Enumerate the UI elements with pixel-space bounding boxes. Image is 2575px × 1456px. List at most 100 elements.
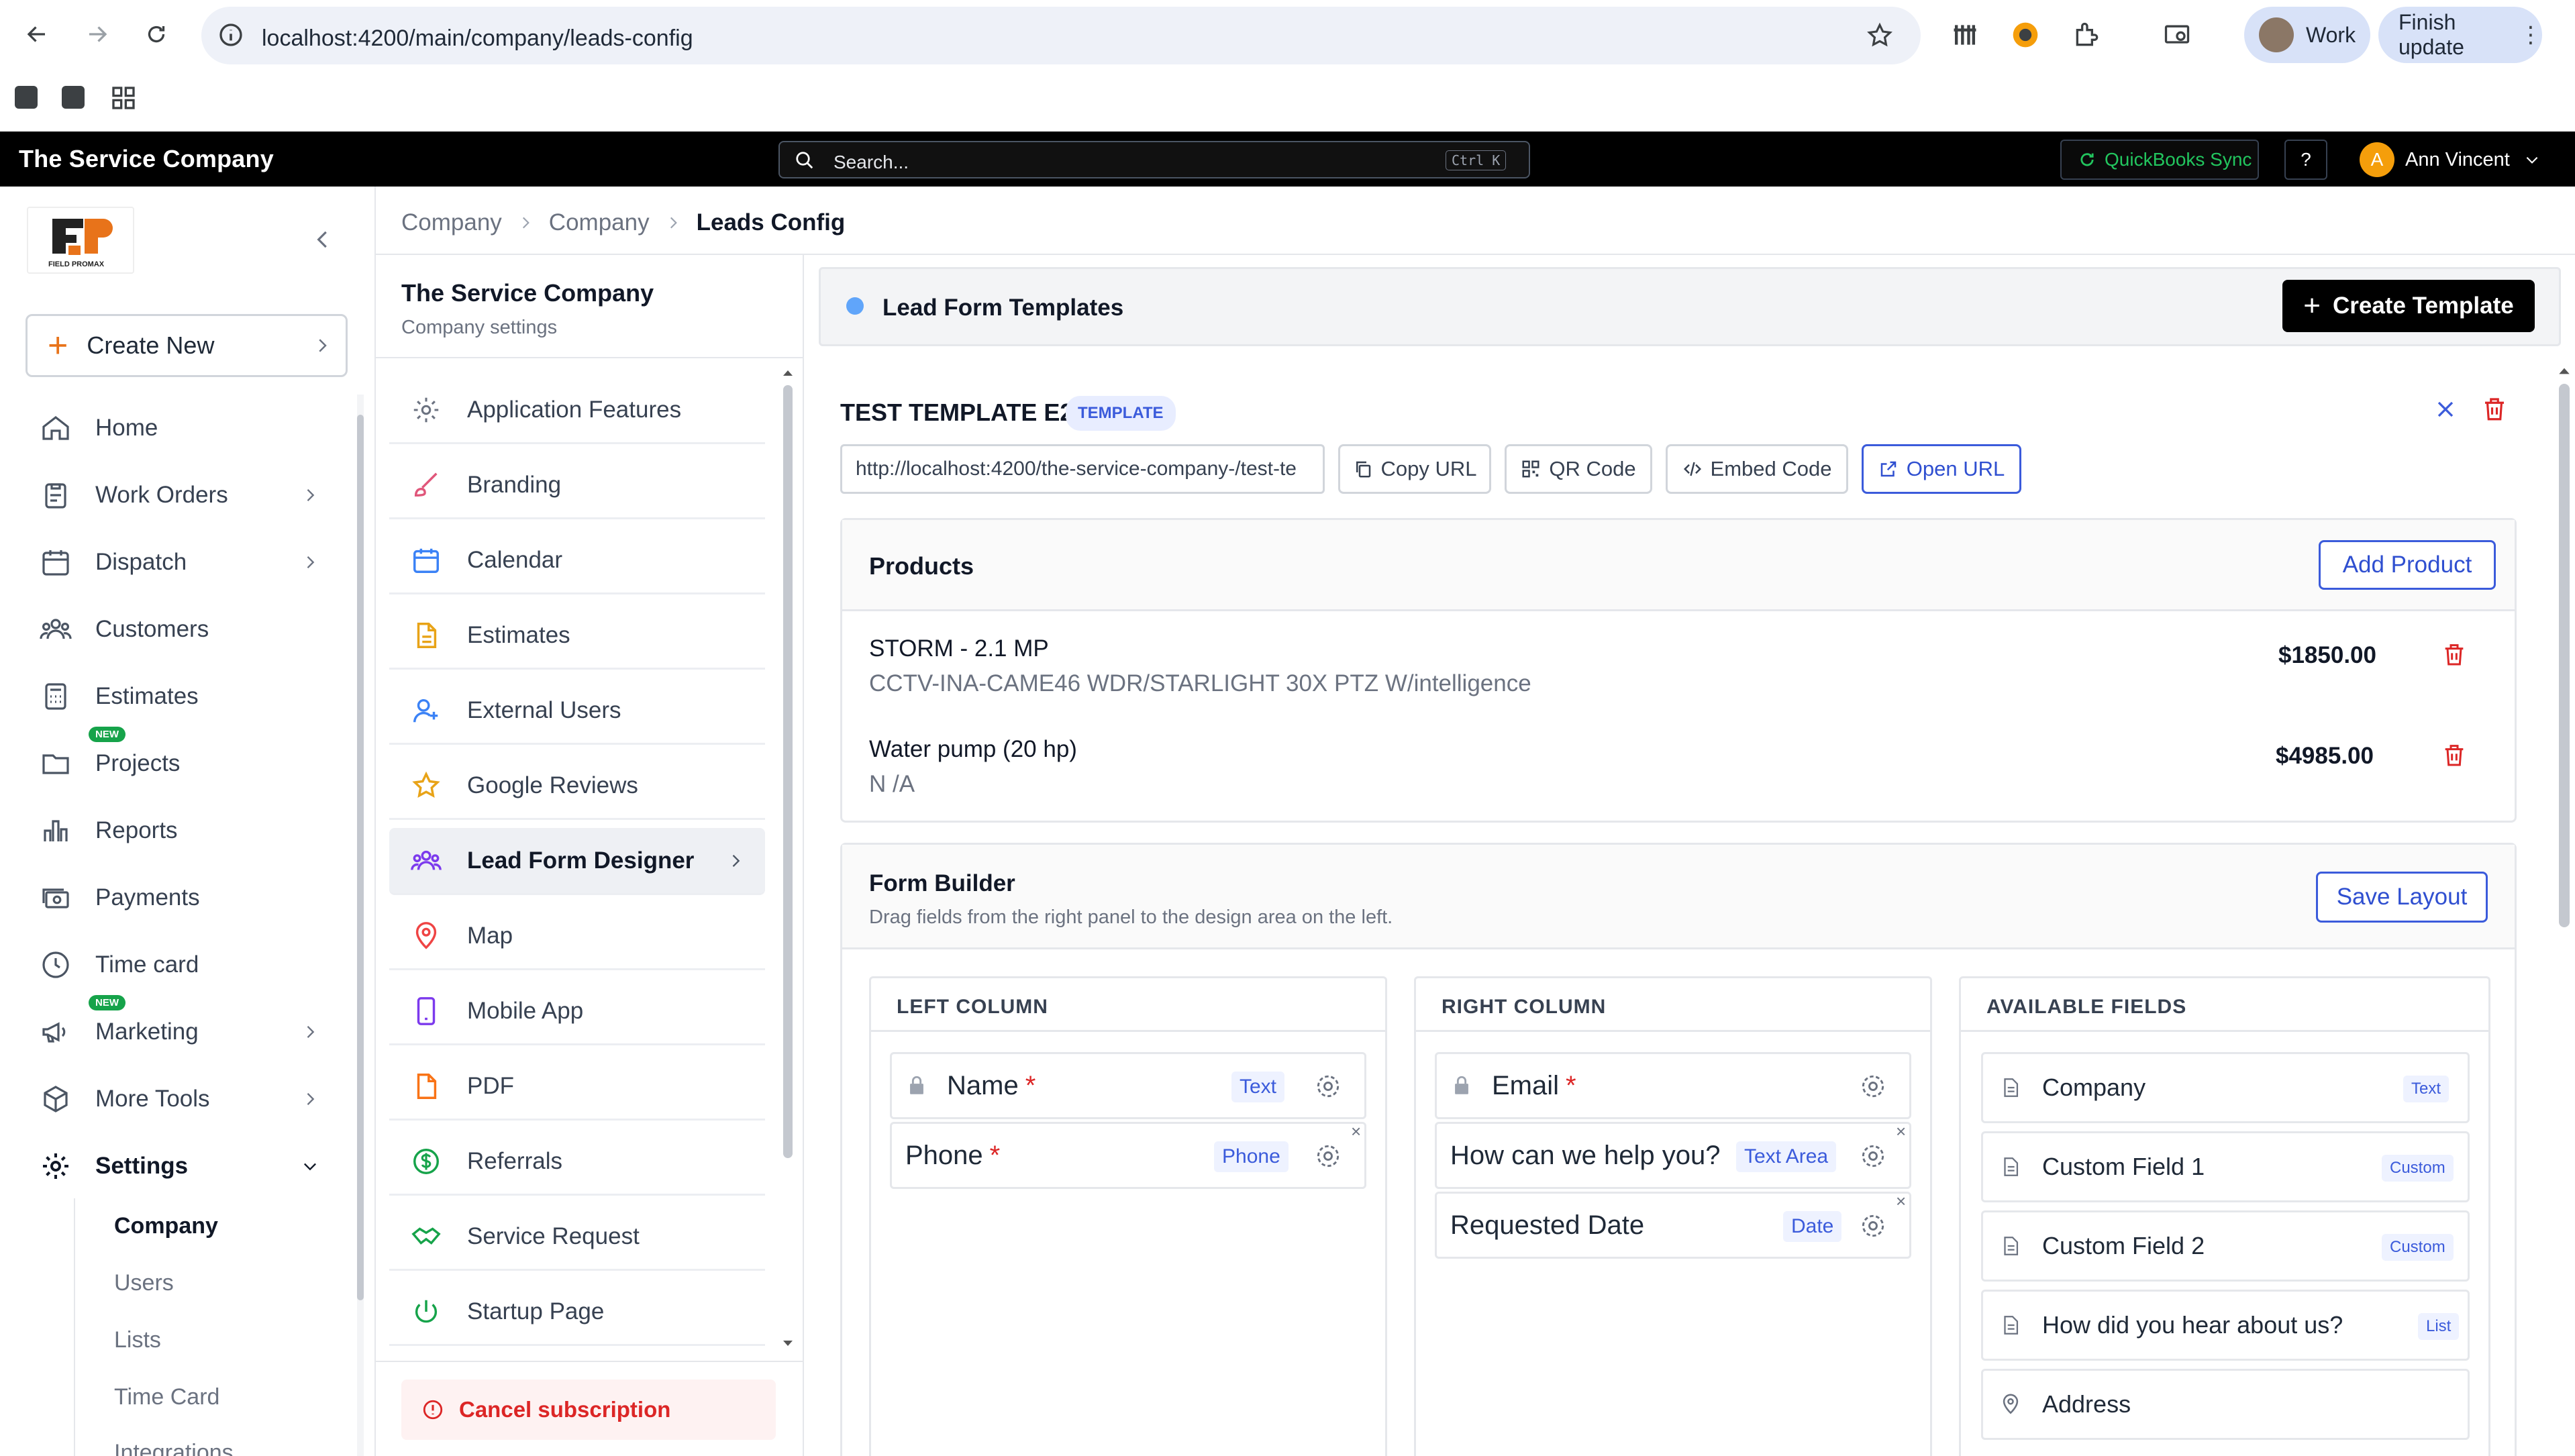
sidebar-item-label: Home (95, 415, 158, 441)
sidebar-subitem-users[interactable]: Users (114, 1270, 174, 1296)
embed-code-button[interactable]: Embed Code (1666, 444, 1848, 494)
sidebar-item-payments[interactable]: Payments (38, 874, 333, 921)
gear-icon[interactable] (1858, 1211, 1888, 1241)
chevron-down-icon (2526, 156, 2538, 164)
settings-item-referrals[interactable]: Referrals (389, 1129, 765, 1196)
sidebar-item-projects[interactable]: NEW Projects (38, 727, 333, 787)
site-info-icon[interactable] (217, 21, 244, 48)
product-name: STORM - 2.1 MP (869, 635, 1049, 662)
bookmark-icon[interactable] (62, 86, 85, 109)
gear-icon[interactable] (1313, 1141, 1343, 1171)
sidebar-item-marketing[interactable]: NEW Marketing (38, 995, 333, 1055)
settings-scrollbar[interactable] (781, 366, 795, 1350)
main-scrollbar[interactable] (2557, 364, 2572, 1456)
form-field-email[interactable]: Email * (1435, 1052, 1911, 1119)
remove-field-icon[interactable]: × (1351, 1121, 1361, 1142)
form-field-name[interactable]: Name * Text (890, 1052, 1366, 1119)
available-field-company[interactable]: Company Text (1981, 1052, 2470, 1123)
sidebar-item-dispatch[interactable]: Dispatch (38, 539, 333, 586)
forward-icon[interactable] (79, 16, 115, 52)
breadcrumb-item[interactable]: Company (549, 209, 650, 236)
settings-item-map[interactable]: Map (389, 903, 765, 970)
extensions-puzzle-icon[interactable] (2071, 19, 2103, 51)
breadcrumb-item[interactable]: Company (401, 209, 502, 236)
quickbooks-sync-button[interactable]: QuickBooks Sync (2060, 140, 2259, 180)
settings-item-mobile-app[interactable]: Mobile App (389, 978, 765, 1045)
settings-item-lead-form-designer[interactable]: Lead Form Designer (389, 828, 765, 895)
cancel-subscription-button[interactable]: Cancel subscription (401, 1380, 776, 1440)
delete-product-icon[interactable] (2441, 641, 2468, 668)
open-url-button[interactable]: Open URL (1862, 444, 2021, 494)
gear-icon[interactable] (1858, 1072, 1888, 1101)
gear-icon[interactable] (1313, 1072, 1343, 1101)
settings-item-application-features[interactable]: Application Features (389, 377, 765, 444)
sidebar-item-work-orders[interactable]: Work Orders (38, 472, 333, 519)
copy-url-button[interactable]: Copy URL (1338, 444, 1491, 494)
add-product-button[interactable]: Add Product (2319, 540, 2496, 590)
remove-field-icon[interactable]: × (1896, 1191, 1906, 1212)
create-template-button[interactable]: + Create Template (2282, 280, 2535, 332)
cast-search-icon[interactable] (2161, 19, 2193, 51)
sidebar-subitem-time-card[interactable]: Time Card (114, 1384, 219, 1410)
submenu-guide (74, 1198, 75, 1456)
more-vert-icon[interactable]: ⋮ (2519, 21, 2542, 48)
products-card: Products Add Product STORM - 2.1 MP CCTV… (840, 518, 2517, 823)
settings-item-external-users[interactable]: External Users (389, 678, 765, 745)
field-type-tag: Text (2403, 1076, 2450, 1102)
available-field-custom-2[interactable]: Custom Field 2 Custom (1981, 1210, 2470, 1282)
remove-field-icon[interactable]: × (1896, 1121, 1906, 1142)
apps-grid-icon[interactable] (110, 85, 137, 111)
settings-item-service-request[interactable]: Service Request (389, 1204, 765, 1271)
sidebar-subitem-company[interactable]: Company (114, 1213, 218, 1239)
settings-item-pdf[interactable]: PDF (389, 1053, 765, 1121)
finish-update-button[interactable]: Finish update ⋮ (2378, 7, 2542, 63)
bookmark-icon[interactable] (15, 86, 38, 109)
extension-badge-icon[interactable] (2009, 19, 2041, 51)
address-bar[interactable]: localhost:4200/main/company/leads-config (201, 7, 1921, 64)
settings-item-startup-page[interactable]: Startup Page (389, 1279, 765, 1346)
sidebar-item-customers[interactable]: Customers (38, 606, 333, 653)
gear-icon[interactable] (1858, 1141, 1888, 1171)
sidebar-subitem-integrations[interactable]: Integrations (114, 1440, 234, 1456)
right-column-dropzone[interactable]: RIGHT COLUMN Email * How can we help you… (1414, 976, 1932, 1456)
app-title: The Service Company (19, 145, 274, 172)
collapse-sidebar-icon[interactable] (310, 227, 336, 252)
form-field-how-can-we-help[interactable]: How can we help you? Text Area × (1435, 1121, 1911, 1189)
app-topbar: The Service Company Search... Ctrl K Qui… (0, 132, 2575, 187)
reload-icon[interactable] (138, 16, 174, 52)
sidebar-item-more-tools[interactable]: More Tools (38, 1076, 333, 1123)
settings-item-google-reviews[interactable]: Google Reviews (389, 753, 765, 820)
available-field-how-did-you-hear[interactable]: How did you hear about us? List (1981, 1290, 2470, 1361)
sidebar-item-time-card[interactable]: Time card (38, 941, 333, 988)
sidebar-item-estimates[interactable]: Estimates (38, 673, 333, 720)
sidebar-scrollbar[interactable] (357, 395, 364, 1456)
delete-product-icon[interactable] (2441, 741, 2468, 768)
search-shortcut: Ctrl K (1446, 150, 1507, 170)
left-column-dropzone[interactable]: LEFT COLUMN Name * Text Phone * Phone × (869, 976, 1387, 1456)
settings-item-branding[interactable]: Branding (389, 452, 765, 519)
qr-code-button[interactable]: QR Code (1505, 444, 1652, 494)
form-field-phone[interactable]: Phone * Phone × (890, 1121, 1366, 1189)
settings-item-estimates[interactable]: Estimates (389, 603, 765, 670)
user-menu[interactable]: A Ann Vincent (2360, 141, 2541, 178)
global-search-input[interactable]: Search... Ctrl K (778, 141, 1530, 178)
profile-chip[interactable]: Work (2244, 7, 2370, 63)
save-layout-button[interactable]: Save Layout (2316, 872, 2488, 923)
delete-template-icon[interactable] (2480, 395, 2509, 423)
help-button[interactable]: ? (2284, 140, 2327, 180)
create-new-button[interactable]: + Create New (26, 314, 348, 377)
template-url-input[interactable]: http://localhost:4200/the-service-compan… (840, 444, 1325, 494)
extension-icon[interactable] (1949, 19, 1981, 51)
back-icon[interactable] (19, 16, 55, 52)
form-field-requested-date[interactable]: Requested Date Date × (1435, 1191, 1911, 1259)
sidebar-subitem-lists[interactable]: Lists (114, 1327, 161, 1353)
available-field-address[interactable]: Address (1981, 1369, 2470, 1440)
sidebar-item-home[interactable]: Home (38, 405, 333, 452)
required-asterisk: * (989, 1140, 1001, 1170)
close-icon[interactable] (2432, 396, 2459, 423)
available-field-custom-1[interactable]: Custom Field 1 Custom (1981, 1131, 2470, 1202)
sidebar-item-settings[interactable]: Settings (38, 1143, 333, 1190)
settings-item-calendar[interactable]: Calendar (389, 527, 765, 594)
bookmark-star-icon[interactable] (1866, 21, 1894, 50)
sidebar-item-reports[interactable]: Reports (38, 807, 333, 854)
